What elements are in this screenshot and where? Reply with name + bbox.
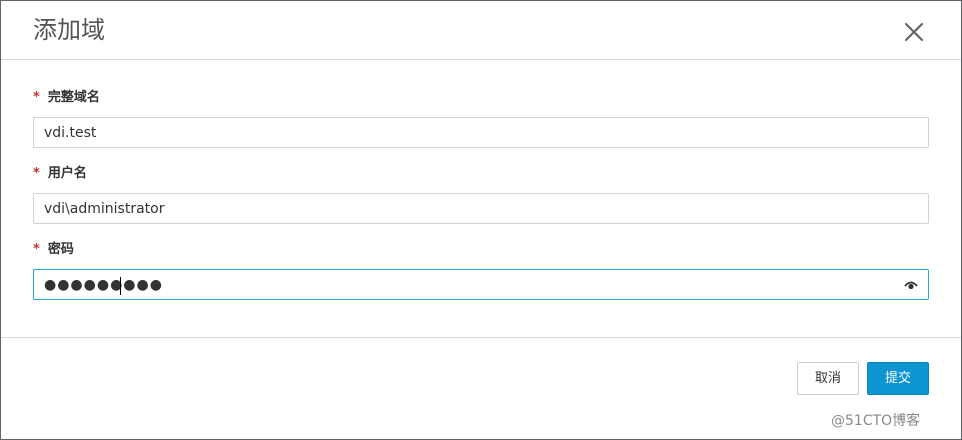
required-mark: * [33,90,40,105]
eye-icon[interactable] [904,279,918,291]
required-mark: * [33,166,40,181]
username-input[interactable] [33,193,929,224]
password-input[interactable]: ●●●●●●●●● [33,269,929,300]
password-label-text: 密码 [47,242,74,257]
close-button[interactable] [901,19,927,45]
domain-label-text: 完整域名 [47,90,100,105]
username-label-text: 用户名 [47,166,87,181]
cancel-button[interactable]: 取消 [797,362,859,395]
username-label: * 用户名 [33,165,87,183]
dialog-title: 添加域 [33,16,105,44]
close-icon [904,22,924,42]
watermark: @51CTO博客 [831,413,921,429]
footer-divider [1,337,961,338]
required-mark: * [33,242,40,257]
dialog-header: 添加域 [1,1,961,60]
add-domain-dialog: 添加域 * 完整域名 * 用户名 * 密码 ●●●●●●●●● 取消 提交 @51CT… [0,0,962,440]
submit-button[interactable]: 提交 [867,362,929,395]
password-label: * 密码 [33,241,74,259]
domain-input[interactable] [33,117,929,148]
password-masked-value: ●●●●●●●●● [44,277,163,293]
text-caret [120,277,121,295]
domain-label: * 完整域名 [33,89,100,107]
